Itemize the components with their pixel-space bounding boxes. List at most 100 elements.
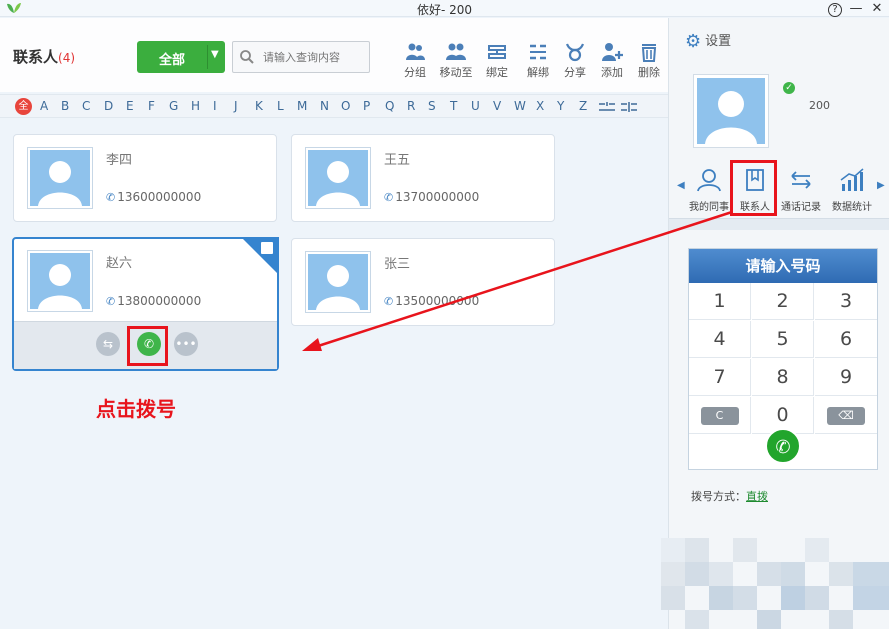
alpha-letter[interactable]: M (297, 99, 307, 113)
dial-mode-link[interactable]: 直拨 (746, 490, 768, 503)
alpha-letter[interactable]: K (255, 99, 263, 113)
alpha-letter[interactable]: H (191, 99, 200, 113)
alpha-letter[interactable]: T (450, 99, 457, 113)
search-icon (240, 50, 254, 64)
dial-key-7[interactable]: 7 (689, 359, 751, 396)
tool-label: 添加 (601, 66, 623, 79)
transfer-icon: ⇆ (102, 337, 114, 351)
alpha-letter[interactable]: N (320, 99, 329, 113)
contact-phone-number: 13800000000 (117, 294, 202, 308)
unbind-icon (530, 44, 546, 60)
tool-move-button[interactable]: 移动至 (436, 42, 476, 80)
dial-key-5[interactable]: 5 (752, 321, 814, 358)
backspace-icon: ⌫ (827, 406, 865, 425)
nav-label: 数据统计 (832, 202, 872, 213)
dial-key-8[interactable]: 8 (752, 359, 814, 396)
minimize-icon: — (849, 1, 863, 16)
alpha-letter[interactable]: P (363, 99, 370, 113)
tool-unbind-button[interactable]: 解绑 (518, 42, 558, 80)
alpha-letter[interactable]: E (126, 99, 134, 113)
contact-card[interactable]: 张三 ✆ 13500000000 (291, 238, 555, 326)
alpha-letter[interactable]: A (40, 99, 48, 113)
dial-key-6[interactable]: 6 (815, 321, 877, 358)
alpha-letter[interactable]: X (536, 99, 544, 113)
tool-share-button[interactable]: 分享 (555, 42, 595, 80)
stats-icon (840, 168, 864, 191)
alpha-letter[interactable]: U (471, 99, 480, 113)
alpha-letter[interactable]: D (104, 99, 113, 113)
contact-card[interactable]: 王五 ✆ 13700000000 (291, 134, 555, 222)
alpha-letter[interactable]: B (61, 99, 69, 113)
close-button[interactable]: ✕ (868, 0, 886, 17)
phone-icon: ✆ (384, 295, 394, 308)
alpha-letter[interactable]: G (169, 99, 178, 113)
dialpad-display[interactable]: 请输入号码 (689, 249, 877, 283)
settings-label: 设置 (705, 34, 732, 49)
alpha-letter[interactable]: Q (385, 99, 394, 113)
tool-bind-button[interactable]: 绑定 (477, 42, 517, 80)
dial-key-clear[interactable]: C (689, 397, 751, 434)
nav-call-log[interactable]: 通话记录 (773, 168, 829, 213)
alpha-letter[interactable]: I (213, 99, 217, 113)
settings-button[interactable]: ⚙ 设置 (685, 30, 731, 52)
close-icon: ✕ (871, 1, 883, 16)
help-button[interactable]: ? (826, 0, 844, 17)
annotation-call-highlight (127, 326, 168, 366)
minimize-button[interactable]: — (847, 0, 865, 17)
alpha-letter[interactable]: Z (579, 99, 587, 113)
dial-key-4[interactable]: 4 (689, 321, 751, 358)
alpha-letter[interactable]: V (493, 99, 501, 113)
alpha-letter[interactable]: J (234, 99, 238, 113)
more-button[interactable]: ••• (174, 332, 198, 356)
filter-separator (207, 45, 208, 69)
search-input[interactable] (263, 48, 367, 66)
contact-phone-number: 13700000000 (395, 190, 480, 204)
tool-group-button[interactable]: 分组 (395, 42, 435, 80)
contact-card[interactable]: 李四 ✆ 13600000000 (13, 134, 277, 222)
dial-key-3[interactable]: 3 (815, 283, 877, 320)
phone-icon: ✆ (775, 437, 791, 458)
avatar (27, 147, 93, 209)
nav-label: 通话记录 (781, 202, 821, 213)
alpha-letter[interactable]: S (428, 99, 436, 113)
phone-icon: ✆ (106, 191, 116, 204)
dial-call-button[interactable]: ✆ (765, 428, 801, 464)
contact-name: 张三 (384, 257, 411, 272)
expand-icon[interactable] (620, 101, 638, 113)
alpha-letter[interactable]: W (514, 99, 526, 113)
contact-name: 王五 (384, 153, 411, 168)
nav-stats[interactable]: 数据统计 (824, 168, 880, 213)
gear-icon: ⚙ (685, 31, 702, 52)
person-icon (705, 91, 757, 144)
dial-key-2[interactable]: 2 (752, 283, 814, 320)
tool-add-button[interactable]: 添加 (592, 42, 632, 80)
alpha-letter[interactable]: C (82, 99, 90, 113)
collapse-icon[interactable] (598, 101, 616, 113)
alpha-letter[interactable]: Y (557, 99, 564, 113)
dial-key-1[interactable]: 1 (689, 283, 751, 320)
dial-key-backspace[interactable]: ⌫ (815, 397, 877, 434)
alpha-letter[interactable]: O (341, 99, 350, 113)
nav-right-arrow-icon[interactable]: ▶ (877, 180, 885, 191)
pixelated-region (661, 538, 889, 629)
profile-avatar[interactable] (693, 74, 769, 148)
tool-label: 解绑 (527, 66, 549, 79)
alpha-all-button[interactable]: 全 (15, 98, 32, 115)
dial-key-9[interactable]: 9 (815, 359, 877, 396)
tool-delete-button[interactable]: 删除 (629, 42, 669, 80)
alpha-letter[interactable]: L (277, 99, 284, 113)
select-checkbox[interactable] (261, 242, 273, 254)
alpha-letter[interactable]: R (407, 99, 415, 113)
filter-dropdown[interactable]: 全部 ▼ (137, 41, 225, 73)
extension-number: 200 (809, 99, 830, 112)
annotation-label: 点击拨号 (96, 397, 176, 421)
chevron-down-icon: ▼ (211, 49, 219, 60)
person-icon (38, 161, 82, 206)
transfer-button[interactable]: ⇆ (96, 332, 120, 356)
phone-icon: ✆ (106, 295, 116, 308)
panel-divider (669, 218, 889, 230)
bind-icon (488, 45, 506, 59)
person-icon (38, 264, 82, 309)
right-panel: ⚙ 设置 ✓ 200 ◀ 我的同事 联系人 通话记录 数据统计 ▶ 请输入号码 1… (661, 18, 889, 629)
alpha-letter[interactable]: F (148, 99, 155, 113)
